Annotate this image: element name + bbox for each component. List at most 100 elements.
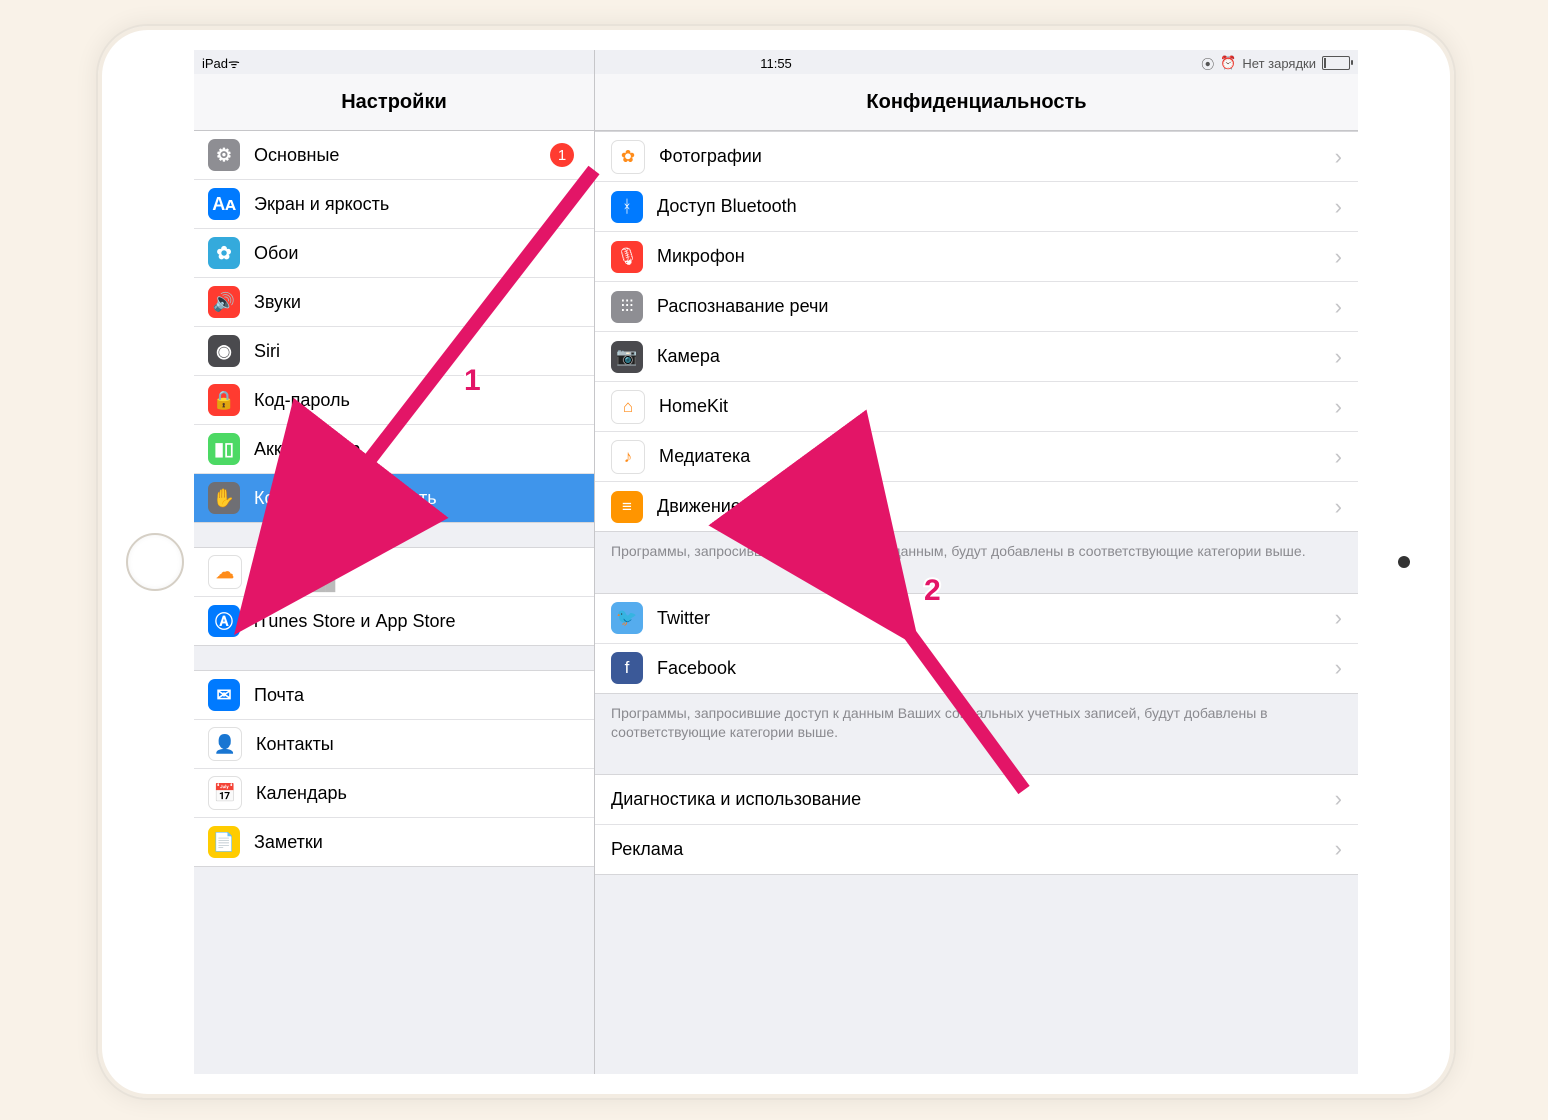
chevron-right-icon: › bbox=[1335, 394, 1342, 420]
lock-rotation-icon: ⦿ bbox=[1201, 54, 1214, 73]
privacy-item-label: Доступ Bluetooth bbox=[657, 196, 1335, 217]
chevron-right-icon: › bbox=[1335, 444, 1342, 470]
privacy-item-label: Камера bbox=[657, 346, 1335, 367]
sidebar-item-display[interactable]: Aᴀ Экран и яркость bbox=[194, 180, 594, 229]
detail-pane: 11:55 ⦿ ⏰ Нет зарядки Конфиденциальность… bbox=[595, 50, 1358, 1074]
sidebar-item-contacts[interactable]: 👤 Контакты bbox=[194, 720, 594, 769]
sidebar-item-privacy[interactable]: ✋ Конфиденциальность bbox=[194, 474, 594, 522]
chevron-right-icon: › bbox=[1335, 344, 1342, 370]
section-footnote: Программы, запросившие доступ к Вашим да… bbox=[595, 532, 1358, 565]
wifi-icon: ᯤ bbox=[228, 54, 240, 72]
sidebar-item-siri[interactable]: ◉ Siri bbox=[194, 327, 594, 376]
icloud-icon: ☁︎ bbox=[208, 555, 242, 589]
chevron-right-icon: › bbox=[1335, 786, 1342, 812]
sidebar-item-label: Календарь bbox=[256, 783, 580, 804]
privacy-item-fitness[interactable]: ≡Движение и фитнес› bbox=[595, 482, 1358, 531]
sidebar-item-itunes[interactable]: ⒶiTunes Store и App Store bbox=[194, 597, 594, 645]
privacy-item-homekit[interactable]: ⌂ HomeKit› bbox=[595, 382, 1358, 432]
detail-header: Конфиденциальность bbox=[595, 74, 1358, 131]
calendar-icon: 📅 bbox=[208, 776, 242, 810]
chevron-right-icon: › bbox=[1335, 194, 1342, 220]
mail-icon: ✉︎ bbox=[208, 679, 240, 711]
siri-icon: ◉ bbox=[208, 335, 240, 367]
battery-icon: ▮▯ bbox=[208, 433, 240, 465]
sidebar-item-label: Экран и яркость bbox=[254, 194, 580, 215]
sidebar-item-mail[interactable]: ✉︎ Почта bbox=[194, 671, 594, 720]
sidebar-item-passcode[interactable]: 🔒 Код-пароль bbox=[194, 376, 594, 425]
sidebar-item-general[interactable]: ⚙︎Основные1 bbox=[194, 131, 594, 180]
chevron-right-icon: › bbox=[1335, 244, 1342, 270]
contacts-icon: 👤 bbox=[208, 727, 242, 761]
chevron-right-icon: › bbox=[1335, 494, 1342, 520]
privacy-item-label: Медиатека bbox=[659, 446, 1335, 467]
mic-icon: 🎙 bbox=[611, 241, 643, 273]
sidebar-item-calendar[interactable]: 📅 Календарь bbox=[194, 769, 594, 818]
notes-icon: 📄 bbox=[208, 826, 240, 858]
sidebar-item-battery[interactable]: ▮▯ Аккумулятор bbox=[194, 425, 594, 474]
sidebar-item-label: iTunes Store и App Store bbox=[254, 611, 580, 632]
sidebar-item-label: Siri bbox=[254, 341, 580, 362]
battery-icon bbox=[1322, 56, 1350, 70]
privacy-item-speech[interactable]: ⫶⫶⫶ Распознавание речи› bbox=[595, 282, 1358, 332]
privacy-item-label: Распознавание речи bbox=[657, 296, 1335, 317]
privacy-item-diag[interactable]: Диагностика и использование› bbox=[595, 775, 1358, 825]
alarm-icon: ⏰ bbox=[1220, 55, 1236, 71]
privacy-icon: ✋ bbox=[208, 482, 240, 514]
chevron-right-icon: › bbox=[1335, 605, 1342, 631]
privacy-item-facebook[interactable]: fFacebook› bbox=[595, 644, 1358, 693]
status-bar-right: 11:55 ⦿ ⏰ Нет зарядки bbox=[595, 50, 1358, 74]
privacy-item-media[interactable]: ♪ Медиатека› bbox=[595, 432, 1358, 482]
privacy-item-label: Twitter bbox=[657, 608, 1335, 629]
sidebar-item-label: Обои bbox=[254, 243, 580, 264]
twitter-icon: 🐦 bbox=[611, 602, 643, 634]
wallpaper-icon: ✿ bbox=[208, 237, 240, 269]
bluetooth-icon: ᚼ bbox=[611, 191, 643, 223]
passcode-icon: 🔒 bbox=[208, 384, 240, 416]
sidebar-item-sounds[interactable]: 🔊 Звуки bbox=[194, 278, 594, 327]
clock: 11:55 bbox=[760, 56, 792, 71]
sidebar-item-label: Конфиденциальность bbox=[254, 488, 580, 509]
media-icon: ♪ bbox=[611, 440, 645, 474]
fitness-icon: ≡ bbox=[611, 491, 643, 523]
privacy-item-bluetooth[interactable]: ᚼ Доступ Bluetooth› bbox=[595, 182, 1358, 232]
badge: 1 bbox=[550, 143, 574, 167]
homekit-icon: ⌂ bbox=[611, 390, 645, 424]
front-camera bbox=[1398, 556, 1410, 568]
facebook-icon: f bbox=[611, 652, 643, 684]
camera-icon: 📷 bbox=[611, 341, 643, 373]
sidebar-item-icloud[interactable]: ☁︎iCloud████████ bbox=[194, 548, 594, 597]
section-footnote: Программы, запросившие доступ к данным В… bbox=[595, 694, 1358, 746]
sounds-icon: 🔊 bbox=[208, 286, 240, 318]
battery-label: Нет зарядки bbox=[1242, 56, 1316, 71]
privacy-item-label: Реклама bbox=[611, 839, 1335, 860]
privacy-item-photos[interactable]: ✿ Фотографии› bbox=[595, 132, 1358, 182]
privacy-item-label: HomeKit bbox=[659, 396, 1335, 417]
chevron-right-icon: › bbox=[1335, 144, 1342, 170]
sidebar-item-wallpaper[interactable]: ✿ Обои bbox=[194, 229, 594, 278]
sidebar-item-label: Код-пароль bbox=[254, 390, 580, 411]
photos-icon: ✿ bbox=[611, 140, 645, 174]
privacy-item-camera[interactable]: 📷 Камера› bbox=[595, 332, 1358, 382]
sidebar-item-label: Аккумулятор bbox=[254, 439, 580, 460]
privacy-item-label: Фотографии bbox=[659, 146, 1335, 167]
chevron-right-icon: › bbox=[1335, 294, 1342, 320]
privacy-item-label: Facebook bbox=[657, 658, 1335, 679]
sidebar-item-label: Контакты bbox=[256, 734, 580, 755]
sidebar-item-label: Почта bbox=[254, 685, 580, 706]
privacy-item-label: Диагностика и использование bbox=[611, 789, 1335, 810]
sidebar-item-label: Заметки bbox=[254, 832, 580, 853]
chevron-right-icon: › bbox=[1335, 836, 1342, 862]
sidebar-item-subtitle: ████████ bbox=[256, 575, 580, 591]
privacy-item-twitter[interactable]: 🐦 Twitter› bbox=[595, 594, 1358, 644]
device-label: iPad bbox=[202, 56, 228, 71]
sidebar-item-label: Звуки bbox=[254, 292, 580, 313]
sidebar-scroll[interactable]: ⚙︎Основные1 Aᴀ Экран и яркость ✿ Обои 🔊 Звуки ◉… bbox=[194, 131, 594, 1074]
display-icon: Aᴀ bbox=[208, 188, 240, 220]
speech-icon: ⫶⫶⫶ bbox=[611, 291, 643, 323]
privacy-item-label: Микрофон bbox=[657, 246, 1335, 267]
privacy-item-ads[interactable]: Реклама› bbox=[595, 825, 1358, 874]
home-button[interactable] bbox=[126, 533, 184, 591]
sidebar-item-notes[interactable]: 📄 Заметки bbox=[194, 818, 594, 866]
detail-scroll[interactable]: ✿Фотографии›ᚼДоступ Bluetooth›🎙Микрофон›… bbox=[595, 131, 1358, 1074]
privacy-item-mic[interactable]: 🎙 Микрофон› bbox=[595, 232, 1358, 282]
